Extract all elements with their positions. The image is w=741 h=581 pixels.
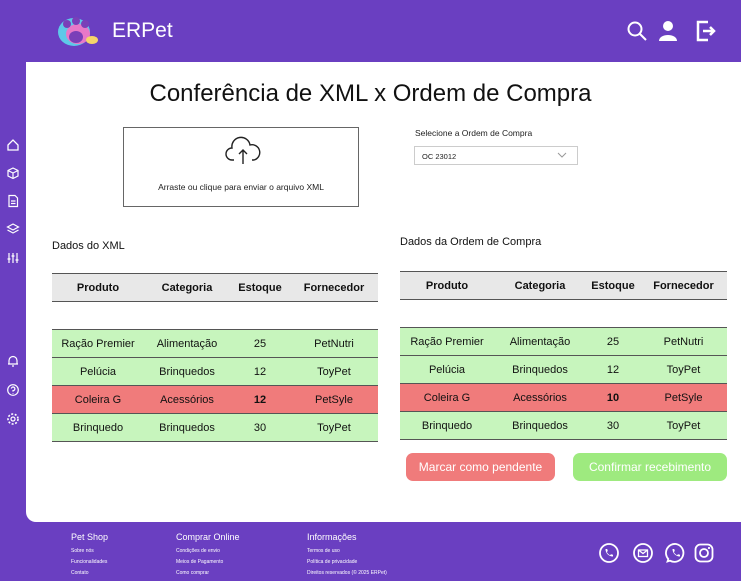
logout-icon[interactable] bbox=[694, 19, 718, 43]
table-row-mismatch: Coleira G Acessórios 10 PetSyle bbox=[400, 383, 727, 412]
xml-section-label: Dados do XML bbox=[52, 240, 125, 252]
footer-column-informacoes: Informações Termos de uso Política de pr… bbox=[307, 532, 387, 579]
cell-produto: Ração Premier bbox=[400, 327, 494, 356]
table-row: Ração Premier Alimentação 25 PetNutri bbox=[52, 329, 378, 358]
whatsapp-phone-icon[interactable] bbox=[598, 542, 620, 564]
footer: Pet Shop Sobre nós Funcionalidades Conta… bbox=[0, 522, 741, 581]
footer-column-title: Pet Shop bbox=[71, 532, 109, 542]
order-select[interactable]: OC 23012 bbox=[414, 146, 578, 165]
whatsapp-icon[interactable] bbox=[665, 542, 687, 564]
footer-link[interactable]: Meios de Pagamento bbox=[176, 557, 240, 568]
xml-upload-dropzone[interactable]: Arraste ou clique para enviar o arquivo … bbox=[123, 127, 359, 207]
cell-categoria: Alimentação bbox=[494, 327, 586, 356]
cell-produto: Pelúcia bbox=[52, 357, 144, 386]
sidebar bbox=[0, 62, 26, 522]
upload-instructions: Arraste ou clique para enviar o arquivo … bbox=[158, 182, 324, 192]
home-icon[interactable] bbox=[6, 138, 20, 152]
cell-estoque: 12 bbox=[230, 385, 290, 414]
footer-link[interactable]: Termos de uso bbox=[307, 546, 387, 557]
cell-estoque: 30 bbox=[586, 411, 640, 440]
column-header: Estoque bbox=[230, 273, 290, 302]
help-icon[interactable] bbox=[6, 383, 20, 397]
document-icon[interactable] bbox=[6, 194, 20, 208]
column-header: Fornecedor bbox=[290, 273, 378, 302]
column-header: Fornecedor bbox=[640, 271, 727, 300]
bell-icon[interactable] bbox=[6, 354, 20, 368]
table-row: Brinquedo Brinquedos 30 ToyPet bbox=[400, 411, 727, 440]
footer-column-title: Comprar Online bbox=[176, 532, 240, 542]
cell-categoria: Acessórios bbox=[494, 383, 586, 412]
cell-produto: Coleira G bbox=[52, 385, 144, 414]
footer-link[interactable]: Funcionalidades bbox=[71, 557, 108, 568]
table-row-mismatch: Coleira G Acessórios 12 PetSyle bbox=[52, 385, 378, 414]
cell-fornecedor: PetSyle bbox=[290, 385, 378, 414]
column-header: Categoria bbox=[144, 273, 230, 302]
cell-categoria: Brinquedos bbox=[144, 413, 230, 442]
column-header: Produto bbox=[52, 273, 144, 302]
chevron-down-icon bbox=[557, 152, 567, 158]
order-select-value: OC 23012 bbox=[422, 152, 457, 161]
footer-link[interactable]: Direitos reservados (© 2025 ERPet) bbox=[307, 568, 387, 579]
footer-link[interactable]: Sobre nós bbox=[71, 546, 108, 557]
sliders-icon[interactable] bbox=[6, 251, 20, 265]
table-row: Pelúcia Brinquedos 12 ToyPet bbox=[400, 355, 727, 384]
table-row: Ração Premier Alimentação 25 PetNutri bbox=[400, 327, 727, 356]
mark-pending-button[interactable]: Marcar como pendente bbox=[406, 453, 555, 481]
page-title: Conferência de XML x Ordem de Compra bbox=[149, 80, 592, 107]
cell-categoria: Alimentação bbox=[144, 329, 230, 358]
cloud-upload-icon bbox=[225, 136, 261, 164]
column-header: Produto bbox=[400, 271, 494, 300]
table-row: Brinquedo Brinquedos 30 ToyPet bbox=[52, 413, 378, 442]
footer-link[interactable]: Política de privacidade bbox=[307, 557, 387, 568]
box-icon[interactable] bbox=[6, 166, 20, 180]
cell-estoque: 12 bbox=[586, 355, 640, 384]
cell-produto: Brinquedo bbox=[52, 413, 144, 442]
mail-icon[interactable] bbox=[632, 542, 654, 564]
search-icon[interactable] bbox=[625, 19, 649, 43]
cell-produto: Ração Premier bbox=[52, 329, 144, 358]
cell-produto: Brinquedo bbox=[400, 411, 494, 440]
table-row: Pelúcia Brinquedos 12 ToyPet bbox=[52, 357, 378, 386]
cell-estoque: 10 bbox=[586, 383, 640, 412]
footer-link[interactable]: Como comprar bbox=[176, 568, 240, 579]
top-bar: ERPet bbox=[0, 0, 741, 62]
cell-produto: Pelúcia bbox=[400, 355, 494, 384]
footer-column-comprar: Comprar Online Condições de envio Meios … bbox=[176, 532, 240, 579]
cell-categoria: Brinquedos bbox=[494, 355, 586, 384]
paw-logo-icon[interactable] bbox=[52, 10, 100, 50]
order-select-label: Selecione a Ordem de Compra bbox=[415, 128, 533, 138]
brand-name: ERPet bbox=[112, 19, 173, 42]
cell-fornecedor: ToyPet bbox=[640, 355, 727, 384]
column-header: Estoque bbox=[586, 271, 640, 300]
cell-categoria: Brinquedos bbox=[494, 411, 586, 440]
table-header-row: Produto Categoria Estoque Fornecedor bbox=[52, 273, 378, 302]
cell-estoque: 25 bbox=[586, 327, 640, 356]
footer-column-title: Informações bbox=[307, 532, 357, 542]
cell-produto: Coleira G bbox=[400, 383, 494, 412]
cell-estoque: 25 bbox=[230, 329, 290, 358]
column-header: Categoria bbox=[494, 271, 586, 300]
footer-column-petshop: Pet Shop Sobre nós Funcionalidades Conta… bbox=[71, 532, 108, 579]
confirm-receipt-button[interactable]: Confirmar recebimento bbox=[573, 453, 727, 481]
cell-fornecedor: ToyPet bbox=[290, 357, 378, 386]
user-icon[interactable] bbox=[656, 19, 680, 43]
cell-fornecedor: PetNutri bbox=[290, 329, 378, 358]
footer-link[interactable]: Contato bbox=[71, 568, 108, 579]
cell-fornecedor: ToyPet bbox=[640, 411, 727, 440]
cell-fornecedor: PetSyle bbox=[640, 383, 727, 412]
instagram-icon[interactable] bbox=[693, 542, 715, 564]
xml-data-table: Produto Categoria Estoque Fornecedor Raç… bbox=[52, 273, 378, 442]
cell-categoria: Acessórios bbox=[144, 385, 230, 414]
cell-fornecedor: PetNutri bbox=[640, 327, 727, 356]
footer-link[interactable]: Condições de envio bbox=[176, 546, 240, 557]
order-data-table: Produto Categoria Estoque Fornecedor Raç… bbox=[400, 271, 727, 440]
cell-categoria: Brinquedos bbox=[144, 357, 230, 386]
cell-estoque: 30 bbox=[230, 413, 290, 442]
cell-fornecedor: ToyPet bbox=[290, 413, 378, 442]
settings-icon[interactable] bbox=[6, 412, 20, 426]
table-header-row: Produto Categoria Estoque Fornecedor bbox=[400, 271, 727, 300]
layers-icon[interactable] bbox=[6, 222, 20, 236]
order-section-label: Dados da Ordem de Compra bbox=[400, 236, 542, 248]
cell-estoque: 12 bbox=[230, 357, 290, 386]
